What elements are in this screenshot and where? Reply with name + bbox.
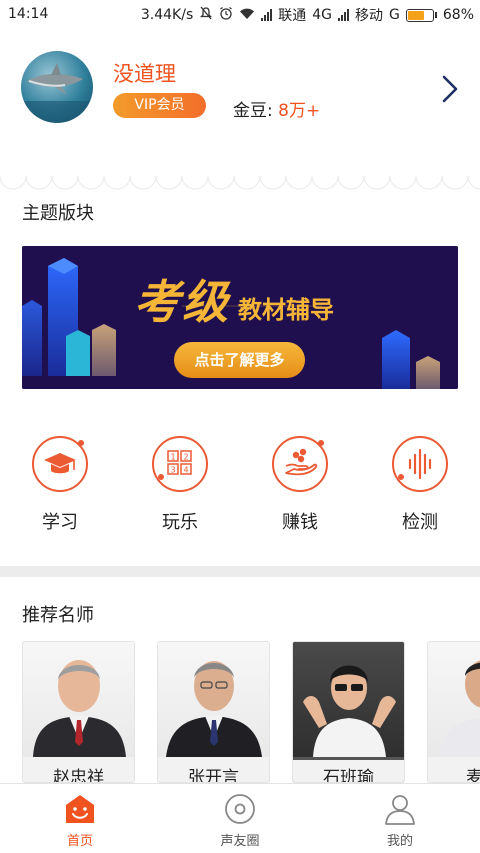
category-label: 学习	[42, 512, 78, 533]
network-type-2: G	[389, 7, 400, 23]
scallop-arc	[389, 175, 417, 190]
shark-image	[21, 63, 93, 123]
mute-icon	[199, 6, 213, 24]
battery-icon	[405, 8, 437, 22]
sound-wave-icon	[392, 436, 448, 492]
category-study[interactable]: 学习	[0, 436, 120, 534]
category-label: 玩乐	[162, 512, 198, 533]
teacher-card[interactable]: 麦	[427, 641, 480, 783]
svg-text:3: 3	[170, 466, 175, 475]
category-test[interactable]: 检测	[360, 436, 480, 534]
scallop-arc	[77, 175, 105, 190]
teacher-name: 麦	[428, 763, 480, 782]
tab-mine[interactable]: 我的	[320, 784, 480, 853]
category-earn[interactable]: 赚钱	[240, 436, 360, 534]
category-grid: 学习 1 2 3 4 玩乐 赚钱 检测	[0, 436, 480, 536]
number-grid-icon: 1 2 3 4	[152, 436, 208, 492]
scallop-arc	[285, 175, 313, 190]
teacher-card[interactable]: 赵忠祥	[22, 641, 135, 783]
hand-coins-icon	[272, 436, 328, 492]
theme-banner[interactable]: 考级 教材辅导 点击了解更多	[22, 246, 458, 389]
wifi-icon	[239, 7, 255, 24]
svg-text:2: 2	[183, 453, 188, 462]
network-type-1: 4G	[312, 7, 333, 23]
svg-text:1: 1	[170, 453, 175, 462]
section-title-teachers: 推荐名师	[22, 605, 94, 626]
carrier-2: 移动	[355, 8, 384, 24]
tab-label: 声友圈	[220, 834, 260, 849]
scallop-arc	[25, 175, 53, 190]
scallop-arc	[0, 175, 27, 190]
coin-label: 金豆:	[233, 101, 273, 121]
status-right: 3.44K/s 联通 4G 移动 G 68%	[141, 5, 474, 25]
profile-header[interactable]: 没道理 VIP会员 金豆: 8万+	[0, 28, 480, 190]
svg-text:4: 4	[183, 466, 188, 475]
network-speed: 3.44K/s	[140, 7, 194, 23]
tab-label: 首页	[66, 834, 93, 849]
category-label: 检测	[402, 512, 438, 533]
scallop-arc	[207, 175, 235, 190]
signal-icon	[261, 9, 273, 21]
teacher-card[interactable]: 张开言	[157, 641, 270, 783]
scallop-divider	[0, 175, 480, 190]
teacher-carousel[interactable]: 赵忠祥 张开言 石班瑜	[0, 641, 480, 783]
scallop-arc	[129, 175, 157, 190]
category-play[interactable]: 1 2 3 4 玩乐	[120, 436, 240, 534]
alarm-icon	[219, 6, 233, 24]
scallop-arc	[181, 175, 209, 190]
scallop-arc	[311, 175, 339, 190]
scallop-arc	[415, 175, 443, 190]
disc-icon	[225, 794, 255, 824]
carrier-1: 联通	[278, 8, 307, 24]
vip-badge[interactable]: VIP会员	[113, 93, 206, 118]
avatar[interactable]	[21, 51, 93, 123]
status-bar: 14:14 3.44K/s 联通 4G 移动 G 68%	[0, 0, 480, 28]
teacher-photo	[293, 642, 404, 757]
status-time: 14:14	[8, 6, 49, 22]
teacher-photo	[428, 642, 480, 757]
signal-icon-2	[338, 9, 350, 21]
graduation-cap-icon	[32, 436, 88, 492]
learn-more-button[interactable]: 点击了解更多	[174, 342, 305, 378]
scallop-arc	[363, 175, 391, 190]
coin-value: 8万+	[278, 101, 321, 121]
section-divider	[0, 566, 480, 577]
scallop-arc	[337, 175, 365, 190]
banner-title: 考级	[134, 275, 230, 329]
scallop-arc	[467, 175, 480, 190]
scallop-arc	[155, 175, 183, 190]
user-icon	[385, 795, 415, 825]
tab-home[interactable]: 首页	[0, 784, 160, 853]
teacher-name: 石班瑜	[293, 760, 404, 782]
section-title-theme: 主题版块	[22, 203, 94, 224]
username: 没道理	[113, 62, 176, 86]
teacher-photo	[23, 642, 134, 757]
home-icon	[66, 795, 94, 823]
teacher-name: 张开言	[188, 768, 239, 783]
tab-friends[interactable]: 声友圈	[160, 784, 320, 853]
scallop-arc	[103, 175, 131, 190]
teacher-card[interactable]: 石班瑜	[292, 641, 405, 783]
chevron-right-icon[interactable]	[440, 74, 460, 108]
scallop-arc	[259, 175, 287, 190]
battery-percent: 68%	[442, 7, 474, 23]
scallop-arc	[441, 175, 469, 190]
banner-subtitle: 教材辅导	[238, 296, 334, 324]
tab-label: 我的	[386, 834, 413, 849]
teacher-photo	[158, 642, 269, 757]
bottom-tab-bar: 首页 声友圈 我的	[0, 783, 480, 853]
teacher-name: 赵忠祥	[53, 768, 104, 783]
coin-balance: 金豆: 8万+	[233, 96, 320, 121]
scallop-arc	[233, 175, 261, 190]
scallop-arc	[51, 175, 79, 190]
category-label: 赚钱	[282, 512, 318, 533]
